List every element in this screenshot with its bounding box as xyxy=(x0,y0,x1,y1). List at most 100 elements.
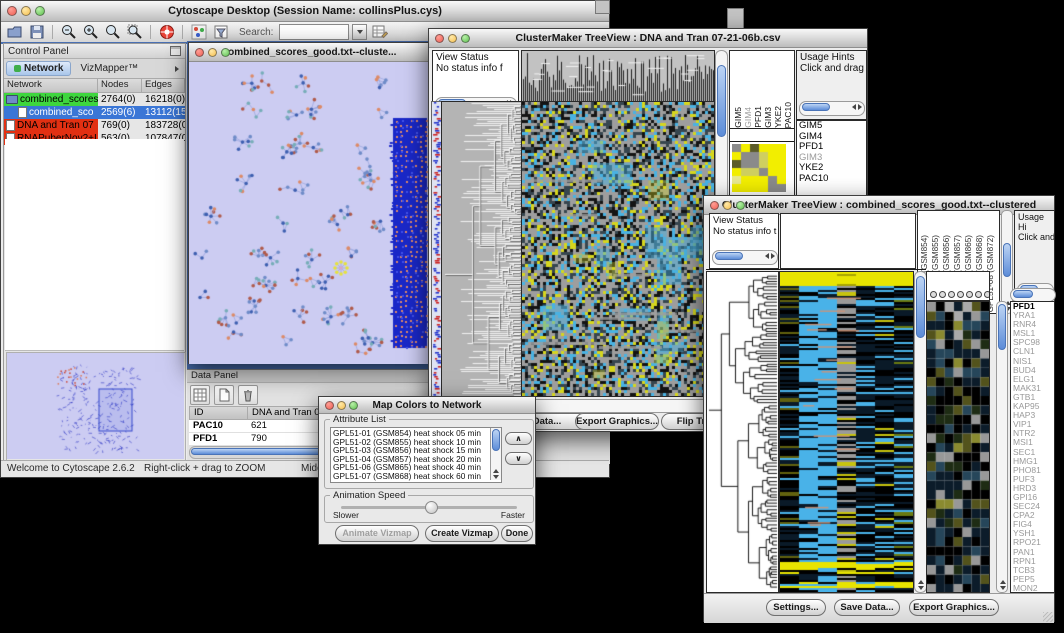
tv2-row-dendrogram[interactable] xyxy=(706,271,779,593)
open-file-button[interactable] xyxy=(5,23,24,41)
tv1-button[interactable]: Export Graphics... xyxy=(575,413,659,430)
tab-vizmapper[interactable]: VizMapper™ xyxy=(73,62,145,75)
network-table-row[interactable]: combined_scores2764(0)16218(0) xyxy=(4,93,185,106)
minimize-button[interactable] xyxy=(723,201,732,210)
minimize-button[interactable] xyxy=(208,48,217,57)
close-button[interactable] xyxy=(435,34,444,43)
column-edges[interactable]: Edges xyxy=(142,79,185,92)
scroll-right-icon[interactable] xyxy=(858,104,862,110)
tv2-column-dendrogram[interactable] xyxy=(780,213,916,269)
tv1-column-label[interactable]: PFD1 xyxy=(753,106,763,128)
close-button[interactable] xyxy=(325,401,334,410)
zoom-out-icon[interactable] xyxy=(59,23,78,41)
dialog-button[interactable]: Create Vizmap xyxy=(425,525,499,542)
help-lifering-icon[interactable] xyxy=(157,23,176,41)
zoom-selected-icon[interactable] xyxy=(125,23,144,41)
dialog-button[interactable]: Done xyxy=(501,525,533,542)
scroll-down-icon[interactable] xyxy=(493,475,499,479)
new-attribute-icon[interactable] xyxy=(214,385,234,405)
scroll-up-icon[interactable] xyxy=(918,580,924,584)
column-nodes[interactable]: Nodes xyxy=(98,79,142,92)
tv1-column-dendrogram[interactable] xyxy=(521,50,715,102)
scrollbar-thumb[interactable] xyxy=(802,103,830,111)
scrollbar-thumb[interactable] xyxy=(1013,290,1033,298)
float-panel-icon[interactable] xyxy=(170,46,181,56)
zoom-window-button[interactable] xyxy=(736,201,745,210)
scroll-up-icon[interactable] xyxy=(493,469,499,473)
scroll-up-icon[interactable] xyxy=(1000,580,1006,584)
tv2-button[interactable]: Export Graphics... xyxy=(909,599,999,616)
vizmapper-icon[interactable] xyxy=(189,23,208,41)
slider-thumb[interactable] xyxy=(425,501,438,514)
scroll-down-icon[interactable] xyxy=(1000,586,1006,590)
scrollbar-thumb[interactable] xyxy=(916,276,925,338)
close-button[interactable] xyxy=(195,48,204,57)
network-table-row[interactable]: DNA and Tran 07769(0)183728(0) xyxy=(4,119,185,132)
tv1-correlation-mini-heatmap[interactable] xyxy=(732,144,786,192)
zoom-fit-icon[interactable] xyxy=(103,23,122,41)
scroll-down-icon[interactable] xyxy=(918,586,924,590)
tv2-gene-list-scrollbar[interactable] xyxy=(1010,288,1056,302)
attribute-browser-icon[interactable] xyxy=(370,23,389,41)
treeview1-titlebar[interactable]: ClusterMaker TreeView : DNA and Tran 07-… xyxy=(429,29,867,48)
tv2-detail-scrollbar[interactable] xyxy=(996,301,1008,593)
scrollbar-thumb[interactable] xyxy=(1003,243,1011,277)
scrollbar-thumb[interactable] xyxy=(492,429,500,451)
tv1-column-label[interactable]: GIM4 xyxy=(743,107,753,128)
tab-overflow-icon[interactable] xyxy=(175,66,179,72)
cytoscape-titlebar[interactable]: Cytoscape Desktop (Session Name: collins… xyxy=(1,1,609,22)
tab-network[interactable]: Network xyxy=(6,61,71,76)
network-view-titlebar[interactable]: combined_scores_good.txt--cluste... xyxy=(189,43,430,62)
scrollbar-thumb[interactable] xyxy=(717,65,726,137)
minimize-button[interactable] xyxy=(21,6,31,16)
select-attributes-icon[interactable] xyxy=(190,385,210,405)
dialog-titlebar[interactable]: Map Colors to Network xyxy=(319,397,535,414)
network-table-row[interactable]: combined_sco2569(6)13112(15) xyxy=(4,106,185,119)
scroll-left-icon[interactable] xyxy=(852,104,856,110)
column-network[interactable]: Network xyxy=(4,79,98,92)
tv1-row-dendrogram[interactable] xyxy=(441,101,522,397)
zoom-window-button[interactable] xyxy=(35,6,45,16)
scrollbar-thumb[interactable] xyxy=(715,252,743,260)
tv1-row-label[interactable]: PAC10 xyxy=(797,174,866,185)
zoom-window-button[interactable] xyxy=(461,34,470,43)
tv1-heatmap[interactable] xyxy=(521,101,715,397)
tv1-column-label[interactable]: PAC10 xyxy=(783,102,793,128)
delete-attribute-trash-icon[interactable] xyxy=(238,385,258,405)
attribute-list-scrollbar[interactable] xyxy=(490,428,501,480)
attribute-list-item[interactable]: GPL51-07 (GSM868) heat shock 60 min xyxy=(331,472,490,481)
move-down-button[interactable]: ∨ xyxy=(505,452,532,465)
annotation-icon[interactable] xyxy=(211,23,230,41)
tv2-heatmap[interactable] xyxy=(779,271,914,593)
usage-hints-scrollbar[interactable] xyxy=(799,101,865,116)
zoom-window-button[interactable] xyxy=(349,401,358,410)
tv1-row-label[interactable]: PFD1 xyxy=(797,142,866,153)
search-dropdown-button[interactable] xyxy=(352,24,367,40)
view-status-scrollbar[interactable] xyxy=(712,250,778,265)
tv1-row-label[interactable]: YKE2 xyxy=(797,163,866,174)
minimize-button[interactable] xyxy=(337,401,346,410)
network-overview-thumbnail[interactable] xyxy=(7,353,184,459)
tv1-column-label[interactable]: YKE2 xyxy=(773,106,783,128)
close-button[interactable] xyxy=(7,6,17,16)
move-up-button[interactable]: ∧ xyxy=(505,432,532,445)
search-input[interactable] xyxy=(279,24,349,40)
save-button[interactable] xyxy=(27,23,46,41)
attr-column-id[interactable]: ID xyxy=(190,407,248,419)
tv1-column-label[interactable]: GIM5 xyxy=(733,107,743,128)
tv2-detail-heatmap[interactable] xyxy=(926,301,990,593)
resize-grip[interactable] xyxy=(1043,612,1053,622)
tv1-column-label[interactable]: GIM3 xyxy=(763,107,773,128)
close-button[interactable] xyxy=(710,201,719,210)
zoom-window-button[interactable] xyxy=(221,48,230,57)
network-view-canvas[interactable] xyxy=(189,62,430,364)
attribute-list[interactable]: GPL51-01 (GSM854) heat shock 05 minGPL51… xyxy=(330,427,502,483)
tv2-button[interactable]: Settings... xyxy=(766,599,826,616)
zoom-in-icon[interactable] xyxy=(81,23,100,41)
minimize-button[interactable] xyxy=(448,34,457,43)
tv2-button[interactable]: Save Data... xyxy=(834,599,900,616)
tv1-row-label[interactable]: GIM5 xyxy=(797,121,866,132)
gene-label[interactable]: MON2 xyxy=(1011,584,1054,593)
scroll-left-icon[interactable] xyxy=(765,253,769,259)
scroll-right-icon[interactable] xyxy=(771,253,775,259)
